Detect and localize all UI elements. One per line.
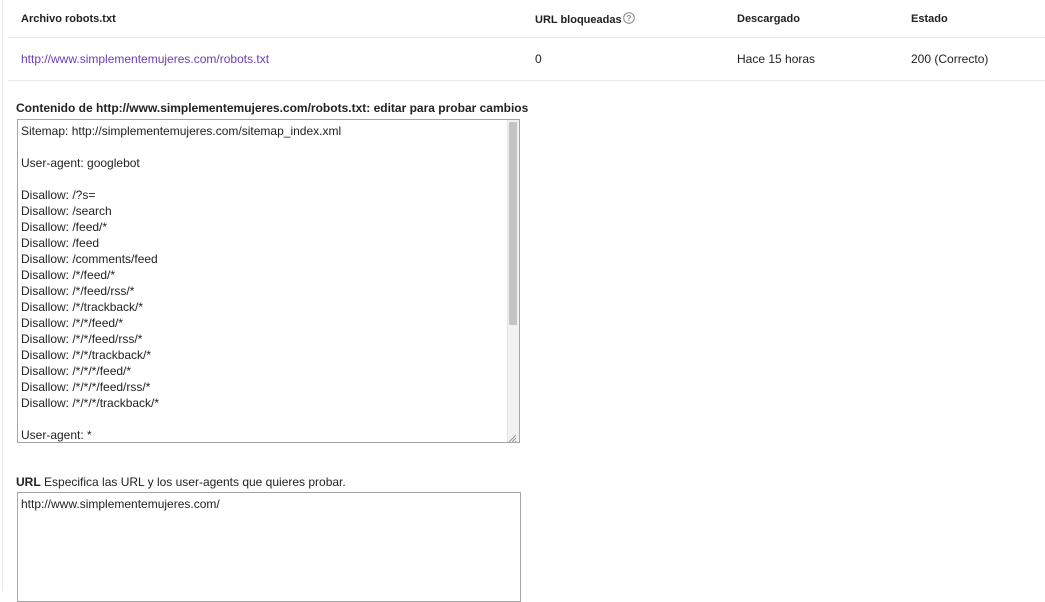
url-input-value[interactable]: http://www.simplementemujeres.com/ — [21, 497, 220, 511]
cell-robots-file: http://www.simplementemujeres.com/robots… — [8, 37, 522, 81]
editor-scrollbar-thumb[interactable] — [509, 122, 517, 325]
cell-status: 200 (Correcto) — [898, 37, 1045, 81]
resize-handle-icon[interactable] — [507, 430, 517, 442]
robots-content-title: Contenido de http://www.simplementemujer… — [16, 101, 529, 115]
robots-content-text[interactable]: Sitemap: http://simplementemujeres.com/s… — [21, 123, 505, 442]
header-status: Estado — [898, 0, 1045, 38]
header-robots-file: Archivo robots.txt — [8, 0, 522, 38]
robots-summary-table: Archivo robots.txt URL bloqueadas? Desca… — [8, 0, 1045, 81]
robots-content-editor[interactable]: Sitemap: http://simplementemujeres.com/s… — [17, 119, 520, 443]
url-section-label: URL Especifica las URL y los user-agents… — [16, 475, 346, 489]
table-header-row: Archivo robots.txt URL bloqueadas? Desca… — [8, 0, 1045, 38]
robots-file-link[interactable]: http://www.simplementemujeres.com/robots… — [21, 52, 269, 66]
cell-blocked-count: 0 — [522, 37, 724, 81]
help-icon[interactable]: ? — [622, 11, 635, 24]
header-blocked-urls: URL bloqueadas? — [522, 0, 724, 38]
svg-text:?: ? — [626, 13, 631, 23]
url-input-area[interactable]: http://www.simplementemujeres.com/ — [17, 492, 521, 602]
table-row: http://www.simplementemujeres.com/robots… — [8, 37, 1045, 81]
editor-scrollbar[interactable] — [507, 120, 519, 442]
header-downloaded: Descargado — [724, 0, 898, 38]
url-label-bold: URL — [16, 475, 41, 489]
left-border — [2, 0, 3, 591]
cell-downloaded: Hace 15 horas — [724, 37, 898, 81]
header-blocked-urls-label: URL bloqueadas — [535, 13, 622, 26]
url-label-description: Especifica las URL y los user-agents que… — [44, 475, 346, 489]
